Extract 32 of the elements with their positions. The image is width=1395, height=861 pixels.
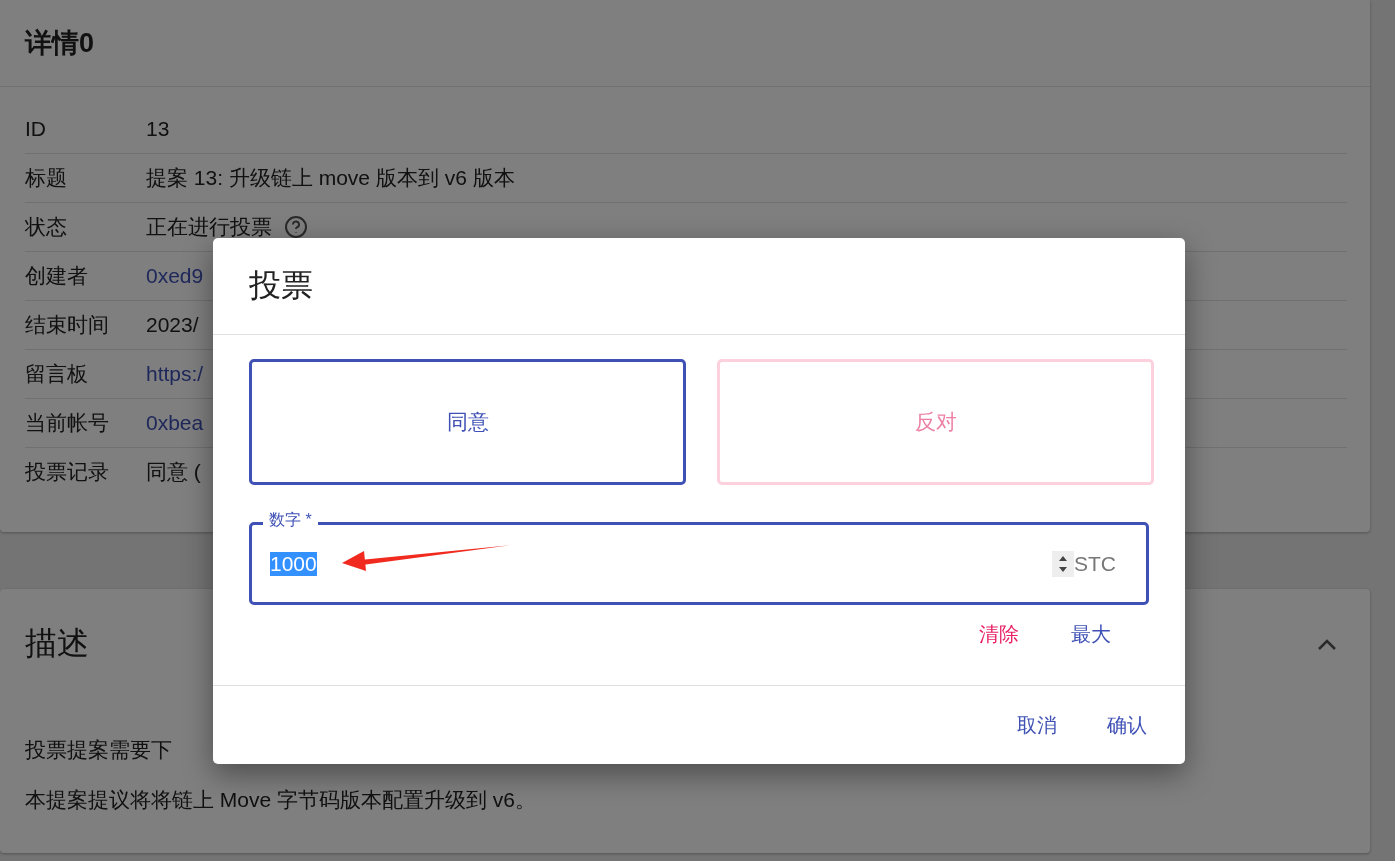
row-value-link[interactable]: 0xbea xyxy=(146,411,204,435)
unit-label: STC xyxy=(1074,551,1116,576)
row-label: 创建者 xyxy=(25,263,89,289)
field-value: 1000 xyxy=(270,551,317,576)
row-value-link[interactable]: 0xed9 xyxy=(146,264,204,288)
row-value: 2023/ xyxy=(146,313,199,337)
row-value: 提案 13: 升级链上 move 版本到 v6 版本 xyxy=(146,165,515,191)
chevron-up-icon[interactable] xyxy=(1317,638,1337,650)
description-text: 本提案提议将将链上 Move 字节码版本配置升级到 v6。 xyxy=(25,787,537,813)
row-value: 13 xyxy=(146,117,170,141)
row-value-link[interactable]: https:/ xyxy=(146,362,204,386)
description-text: 投票提案需要下 xyxy=(25,737,172,763)
field-label: 数字 * xyxy=(263,510,318,530)
dialog-button[interactable]: 取消 xyxy=(1017,711,1057,739)
row-label: 标题 xyxy=(25,165,68,191)
help-icon[interactable] xyxy=(284,215,308,239)
row-label: 结束时间 xyxy=(25,312,110,338)
row-value: 同意 ( xyxy=(146,459,201,485)
card-title: 详情0 xyxy=(25,27,95,60)
row-label: 投票记录 xyxy=(25,459,110,485)
row-label: 状态 xyxy=(25,214,68,240)
row-label: ID xyxy=(25,117,47,141)
row-label: 当前帐号 xyxy=(25,410,110,436)
vote-option[interactable]: 同意 xyxy=(249,359,686,485)
text-button[interactable]: 最大 xyxy=(1071,621,1111,648)
spinner-icon[interactable] xyxy=(1052,550,1074,577)
dialog-button[interactable]: 确认 xyxy=(1107,711,1147,739)
row-value: 正在进行投票 xyxy=(146,214,272,240)
text-button[interactable]: 清除 xyxy=(979,621,1019,648)
section-title: 描述 xyxy=(25,624,89,663)
row-label: 留言板 xyxy=(25,361,89,387)
dialog-title: 投票 xyxy=(249,266,313,305)
